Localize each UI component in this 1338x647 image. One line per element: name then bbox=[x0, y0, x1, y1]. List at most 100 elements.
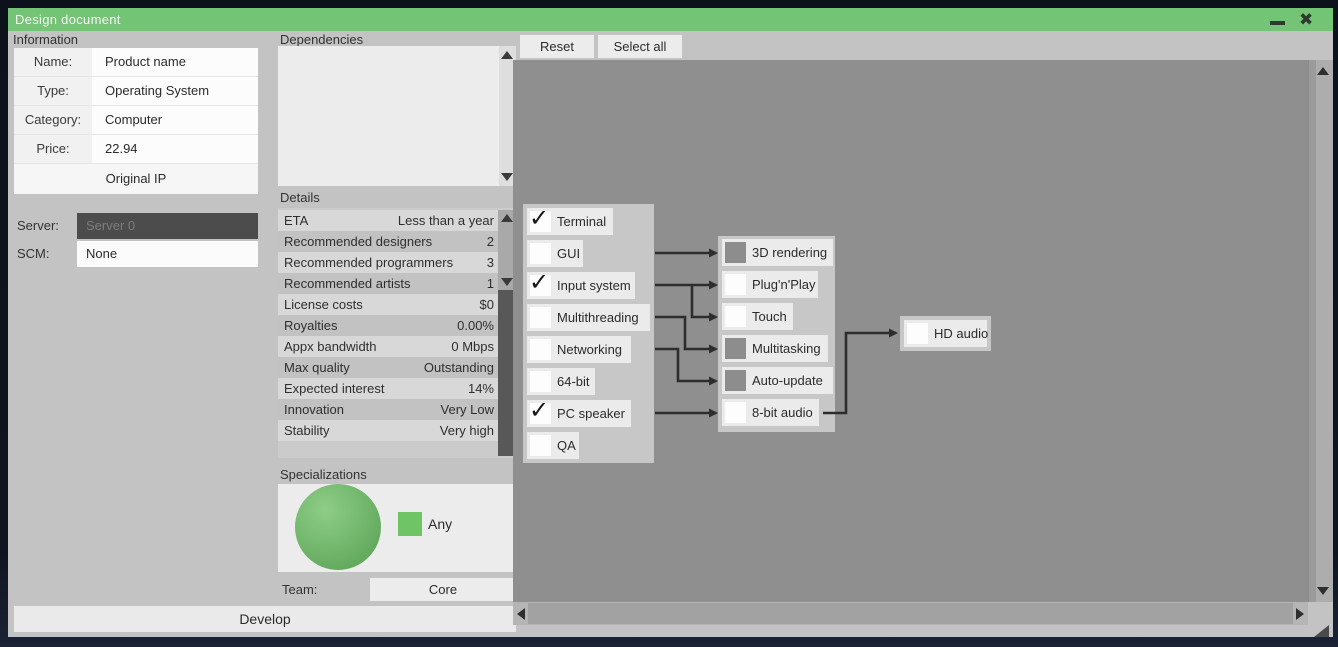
feature-touch[interactable]: Touch bbox=[722, 303, 793, 330]
detail-label: License costs bbox=[284, 297, 363, 312]
feature-gui[interactable]: GUI bbox=[527, 240, 583, 267]
feature-input-system[interactable]: ✓ Input system bbox=[527, 269, 635, 299]
feature-plug-n-play[interactable]: Plug'n'Play bbox=[722, 271, 818, 298]
checkbox[interactable] bbox=[725, 402, 746, 423]
feature-label: QA bbox=[557, 438, 576, 453]
scroll-up-icon[interactable] bbox=[501, 51, 513, 59]
feature-label: 3D rendering bbox=[752, 245, 828, 260]
server-select[interactable]: Server 0 bbox=[77, 213, 258, 239]
checkbox[interactable] bbox=[530, 307, 551, 328]
scroll-up-icon[interactable] bbox=[1317, 67, 1329, 75]
detail-row: Innovation Very Low bbox=[278, 399, 498, 420]
legend-any-swatch bbox=[398, 512, 422, 536]
detail-row: Expected interest 14% bbox=[278, 378, 498, 399]
design-document-window: Design document ✖ Information Dependenci… bbox=[8, 8, 1333, 637]
detail-row: Royalties 0.00% bbox=[278, 315, 498, 336]
feature-label: 64-bit bbox=[557, 374, 590, 389]
scroll-right-icon[interactable] bbox=[1296, 608, 1304, 620]
game-background: Design document ✖ Information Dependenci… bbox=[0, 0, 1338, 647]
scroll-left-icon[interactable] bbox=[517, 608, 525, 620]
checkbox[interactable] bbox=[725, 274, 746, 295]
detail-row: Appx bandwidth 0 Mbps bbox=[278, 336, 498, 357]
horizontal-scroll-thumb[interactable] bbox=[528, 603, 1293, 624]
detail-label: Stability bbox=[284, 423, 330, 438]
vertical-scroll-thumb[interactable] bbox=[1316, 60, 1333, 602]
checkbox[interactable] bbox=[530, 435, 551, 456]
checkbox[interactable] bbox=[530, 371, 551, 392]
detail-label: Innovation bbox=[284, 402, 344, 417]
feature-label: GUI bbox=[557, 246, 581, 261]
window-title: Design document bbox=[15, 12, 121, 27]
detail-row: Recommended programmers 3 bbox=[278, 252, 498, 273]
information-panel: Name: Product name Type: Operating Syste… bbox=[14, 48, 258, 194]
resize-grip[interactable] bbox=[1314, 625, 1329, 637]
feature-multitasking[interactable]: Multitasking bbox=[722, 335, 828, 362]
vertical-scrollbar[interactable] bbox=[1308, 60, 1333, 602]
detail-label: Expected interest bbox=[284, 381, 385, 396]
feature-hd-audio[interactable]: HD audio bbox=[904, 320, 989, 347]
details-list: ETA Less than a year Recommended designer… bbox=[278, 210, 498, 441]
scroll-down-icon[interactable] bbox=[1317, 587, 1329, 595]
feature-qa[interactable]: QA bbox=[527, 432, 579, 459]
detail-label: Royalties bbox=[284, 318, 338, 333]
feature-3d-rendering[interactable]: 3D rendering bbox=[722, 239, 833, 266]
checkbox-locked[interactable] bbox=[725, 242, 746, 263]
checkbox-locked[interactable] bbox=[725, 370, 746, 391]
checkbox[interactable] bbox=[530, 243, 551, 264]
feature-terminal[interactable]: ✓ Terminal bbox=[527, 205, 613, 235]
feature-auto-update[interactable]: Auto-update bbox=[722, 367, 833, 394]
type-select[interactable]: Operating System bbox=[92, 77, 258, 105]
feature-label: 8-bit audio bbox=[752, 405, 813, 420]
name-row: Name: Product name bbox=[14, 48, 258, 77]
detail-value: 3 bbox=[486, 255, 494, 270]
reset-button[interactable]: Reset bbox=[520, 35, 594, 58]
feature-column-1: ✓ Terminal GUI ✓ Input system Multithreadi… bbox=[523, 204, 654, 463]
detail-value: Outstanding bbox=[423, 360, 494, 375]
detail-row: ETA Less than a year bbox=[278, 210, 498, 231]
detail-value: $0 bbox=[479, 297, 494, 312]
detail-value: 0 Mbps bbox=[451, 339, 494, 354]
category-label: Category: bbox=[14, 106, 92, 134]
develop-button[interactable]: Develop bbox=[14, 606, 516, 632]
scroll-up-icon[interactable] bbox=[501, 214, 513, 222]
detail-row: Stability Very high bbox=[278, 420, 498, 441]
original-ip-button[interactable]: Original IP bbox=[14, 164, 258, 193]
minimize-icon[interactable] bbox=[1270, 21, 1285, 25]
checkbox-locked[interactable] bbox=[725, 338, 746, 359]
feature-networking[interactable]: Networking bbox=[527, 336, 631, 363]
feature-label: Input system bbox=[557, 278, 631, 293]
detail-row: License costs $0 bbox=[278, 294, 498, 315]
feature-multithreading[interactable]: Multithreading bbox=[527, 304, 650, 331]
detail-row: Recommended designers 2 bbox=[278, 231, 498, 252]
feature-pc-speaker[interactable]: ✓ PC speaker bbox=[527, 397, 631, 427]
feature-label: Plug'n'Play bbox=[752, 277, 816, 292]
feature-label: Terminal bbox=[557, 214, 607, 229]
detail-value: 14% bbox=[467, 381, 494, 396]
close-icon[interactable]: ✖ bbox=[1299, 9, 1313, 31]
scroll-down-icon[interactable] bbox=[501, 278, 513, 286]
feature-column-3: HD audio bbox=[900, 316, 991, 351]
checkbox[interactable] bbox=[530, 339, 551, 360]
detail-value: Very Low bbox=[440, 402, 494, 417]
checkbox[interactable] bbox=[907, 323, 928, 344]
feature-label: Touch bbox=[752, 309, 787, 324]
feature-label: HD audio bbox=[934, 326, 989, 341]
checkbox[interactable] bbox=[725, 306, 746, 327]
name-input[interactable]: Product name bbox=[92, 48, 258, 76]
team-select[interactable]: Core bbox=[370, 578, 516, 601]
scroll-down-icon[interactable] bbox=[501, 173, 513, 181]
dependencies-header: Dependencies bbox=[280, 32, 364, 47]
detail-value: 0.00% bbox=[457, 318, 494, 333]
detail-row: Recommended artists 1 bbox=[278, 273, 498, 294]
select-all-button[interactable]: Select all bbox=[598, 35, 682, 58]
category-select[interactable]: Computer bbox=[92, 106, 258, 134]
specializations-header: Specializations bbox=[280, 467, 367, 482]
horizontal-scrollbar[interactable] bbox=[513, 602, 1308, 625]
scm-select[interactable]: None bbox=[77, 241, 258, 267]
titlebar[interactable]: Design document ✖ bbox=[8, 8, 1333, 31]
type-label: Type: bbox=[14, 77, 92, 105]
type-row: Type: Operating System bbox=[14, 77, 258, 106]
feature-64-bit[interactable]: 64-bit bbox=[527, 368, 595, 395]
feature-8-bit-audio[interactable]: 8-bit audio bbox=[722, 399, 819, 426]
price-input[interactable]: 22.94 bbox=[92, 135, 258, 163]
